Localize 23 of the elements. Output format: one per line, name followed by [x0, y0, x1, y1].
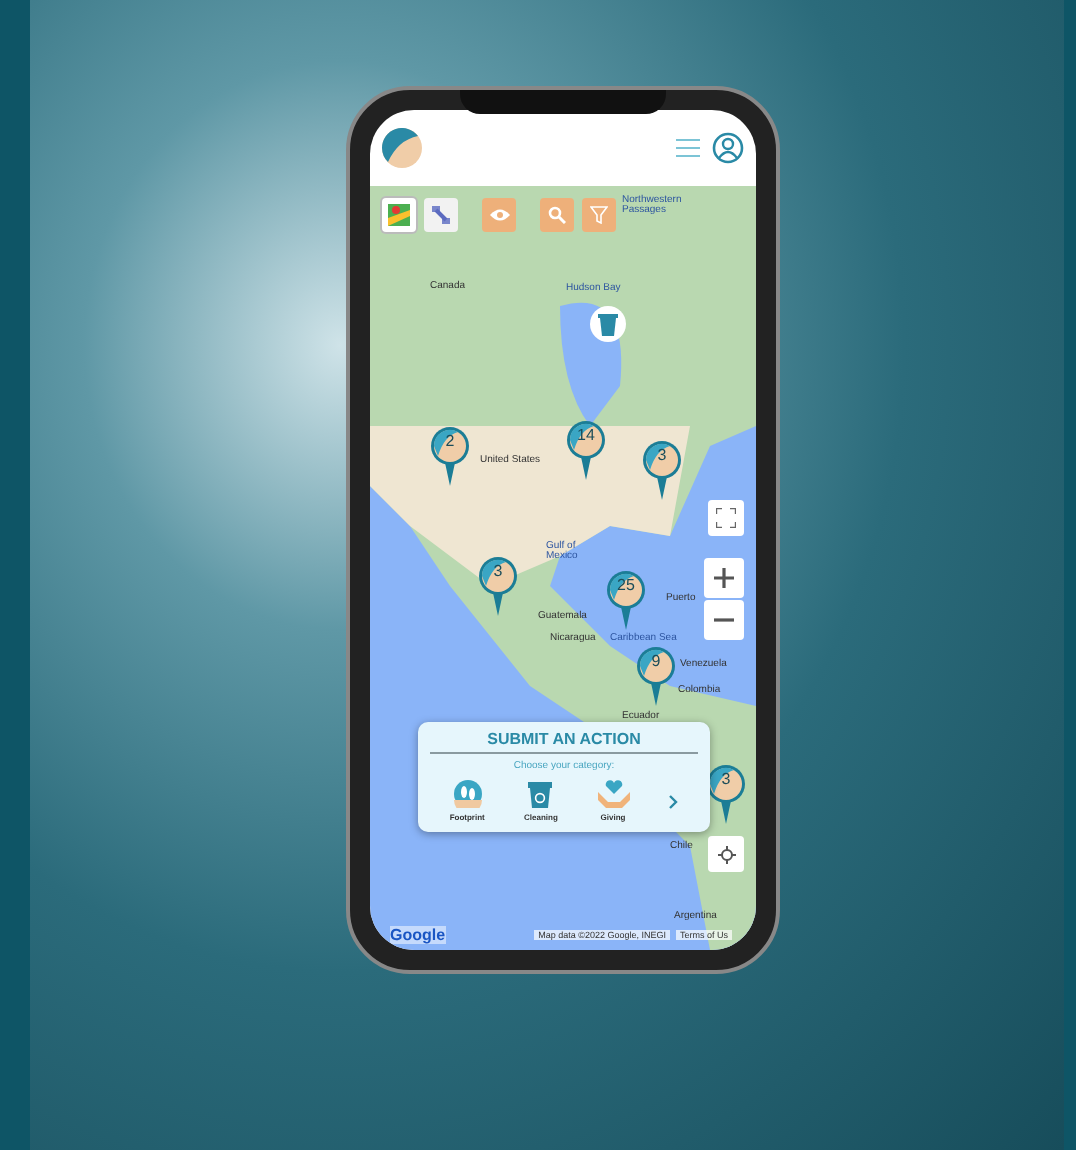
chevron-right-icon[interactable] — [668, 793, 679, 809]
logo-icon — [382, 128, 422, 168]
fullscreen-icon — [716, 508, 736, 528]
map-icon — [388, 204, 410, 226]
map-button[interactable] — [382, 198, 416, 232]
recycle-bin-icon — [528, 780, 553, 808]
user-icon[interactable] — [712, 132, 744, 164]
card-title: SUBMIT AN ACTION — [430, 730, 698, 754]
hands-heart-icon — [597, 780, 630, 808]
fullscreen-button[interactable] — [708, 500, 744, 536]
satellite-icon — [430, 204, 452, 226]
google-logo: Google — [390, 925, 446, 943]
satellite-button[interactable] — [424, 198, 458, 232]
zoom-out-button[interactable] — [704, 600, 744, 640]
search-icon — [548, 206, 566, 224]
zoom-in-button[interactable] — [704, 558, 744, 598]
recycle-bin-marker-icon[interactable] — [590, 306, 626, 342]
filter-icon — [590, 206, 608, 224]
locate-button[interactable] — [708, 836, 744, 872]
eye-icon — [489, 208, 509, 222]
crosshair-icon — [717, 845, 735, 863]
footprints-icon — [453, 780, 482, 808]
plus-icon — [714, 568, 734, 588]
